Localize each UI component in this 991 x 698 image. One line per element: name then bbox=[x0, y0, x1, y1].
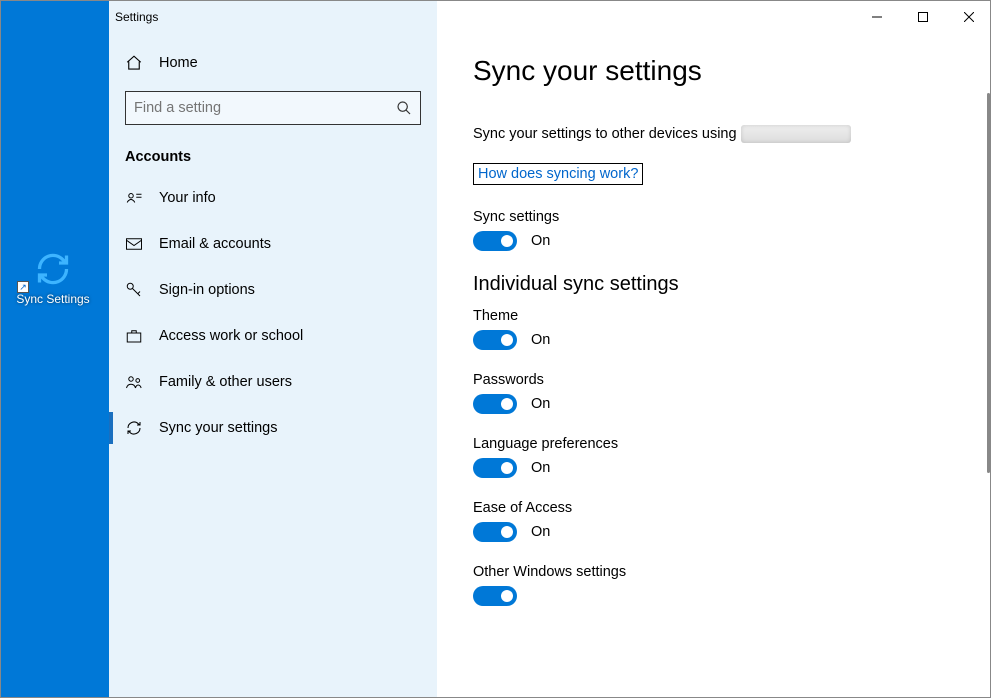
close-icon bbox=[964, 12, 974, 22]
scrollbar[interactable] bbox=[987, 93, 990, 473]
account-redacted bbox=[741, 125, 851, 143]
maximize-icon bbox=[918, 12, 928, 22]
sync-description: Sync your settings to other devices usin… bbox=[473, 125, 948, 143]
sidebar-home-label: Home bbox=[159, 55, 198, 71]
toggle-state: On bbox=[531, 233, 550, 249]
close-button[interactable] bbox=[946, 1, 991, 33]
sidebar-item-access-work-school[interactable]: Access work or school bbox=[109, 313, 437, 359]
sidebar-item-label: Access work or school bbox=[159, 328, 303, 344]
desktop: ↗ Sync Settings bbox=[1, 1, 109, 697]
sidebar-item-label: Email & accounts bbox=[159, 236, 271, 252]
user-card-icon bbox=[125, 189, 143, 207]
minimize-button[interactable] bbox=[854, 1, 900, 33]
sidebar-item-label: Sync your settings bbox=[159, 420, 277, 436]
sidebar-item-family-users[interactable]: Family & other users bbox=[109, 359, 437, 405]
search-icon bbox=[396, 100, 412, 116]
page-title: Sync your settings bbox=[473, 55, 948, 87]
sidebar-item-label: Family & other users bbox=[159, 374, 292, 390]
toggle-state: On bbox=[531, 396, 550, 412]
toggle-passwords[interactable] bbox=[473, 394, 517, 414]
scroll-region[interactable]: Sync your settings Sync your settings to… bbox=[437, 33, 984, 698]
mail-icon bbox=[125, 235, 143, 253]
toggle-state: On bbox=[531, 524, 550, 540]
desktop-shortcut-sync-settings[interactable]: ↗ Sync Settings bbox=[13, 251, 93, 306]
sidebar-item-your-info[interactable]: Your info bbox=[109, 175, 437, 221]
shortcut-arrow-icon: ↗ bbox=[17, 281, 29, 293]
search-field[interactable] bbox=[134, 100, 390, 116]
setting-label: Theme bbox=[473, 308, 948, 324]
key-icon bbox=[125, 281, 143, 299]
sidebar-item-label: Sign-in options bbox=[159, 282, 255, 298]
individual-sync-header: Individual sync settings bbox=[473, 273, 948, 296]
toggle-theme[interactable] bbox=[473, 330, 517, 350]
toggle-language[interactable] bbox=[473, 458, 517, 478]
briefcase-icon bbox=[125, 327, 143, 345]
sidebar-item-label: Your info bbox=[159, 190, 216, 206]
sync-settings-label: Sync settings bbox=[473, 209, 948, 225]
sidebar-item-sync-settings[interactable]: Sync your settings bbox=[109, 405, 437, 451]
sidebar-item-signin-options[interactable]: Sign-in options bbox=[109, 267, 437, 313]
sync-icon bbox=[35, 251, 71, 287]
search-input[interactable] bbox=[125, 91, 421, 125]
people-icon bbox=[125, 373, 143, 391]
toggle-other-windows[interactable] bbox=[473, 586, 517, 606]
sidebar-home[interactable]: Home bbox=[109, 41, 437, 85]
help-link-syncing[interactable]: How does syncing work? bbox=[473, 163, 643, 185]
setting-label: Passwords bbox=[473, 372, 948, 388]
window-title: Settings bbox=[115, 10, 158, 24]
sidebar-section-header: Accounts bbox=[109, 135, 437, 175]
sidebar-item-email-accounts[interactable]: Email & accounts bbox=[109, 221, 437, 267]
desktop-shortcut-label: Sync Settings bbox=[13, 292, 93, 306]
maximize-button[interactable] bbox=[900, 1, 946, 33]
setting-label: Other Windows settings bbox=[473, 564, 948, 580]
settings-window: Settings Home bbox=[109, 1, 991, 698]
minimize-icon bbox=[872, 12, 882, 22]
toggle-sync-settings[interactable] bbox=[473, 231, 517, 251]
main-pane: Sync your settings Sync your settings to… bbox=[437, 33, 991, 698]
sync-icon bbox=[125, 419, 143, 437]
setting-label: Ease of Access bbox=[473, 500, 948, 516]
toggle-state: On bbox=[531, 332, 550, 348]
toggle-state: On bbox=[531, 460, 550, 476]
toggle-ease-of-access[interactable] bbox=[473, 522, 517, 542]
home-icon bbox=[125, 54, 143, 72]
setting-label: Language preferences bbox=[473, 436, 948, 452]
sidebar: Home Accounts Your info Email & accounts bbox=[109, 33, 437, 698]
titlebar: Settings bbox=[109, 1, 991, 33]
